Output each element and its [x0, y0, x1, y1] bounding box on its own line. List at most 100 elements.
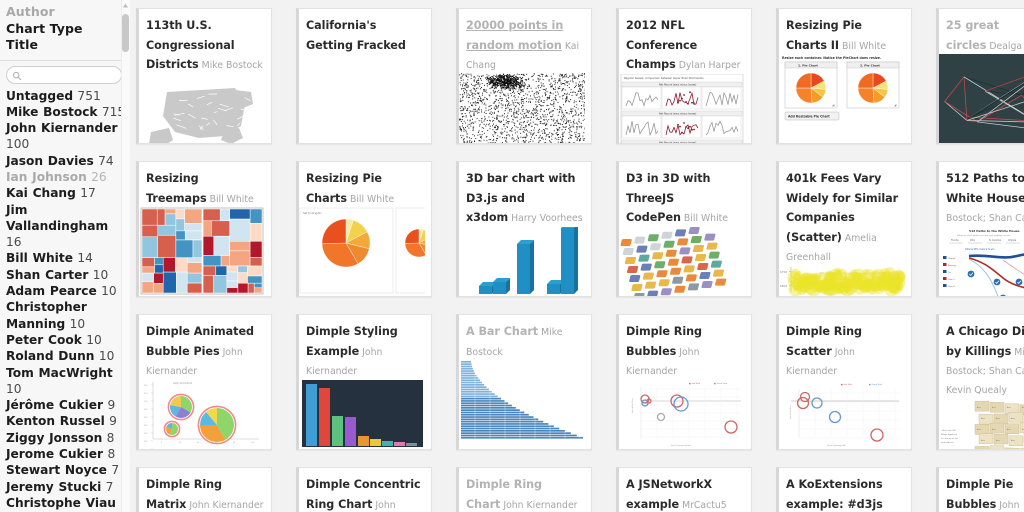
card-thumbnail[interactable]: Regular Season comparison between Super … [619, 74, 751, 143]
card-thumbnail[interactable]: Data: 01/01/2011 900 800 700 600 500 400 300 200… [139, 379, 271, 449]
gallery-card[interactable]: Dimple Ring Bubbles John Kiernander ■ Sub … [616, 314, 752, 450]
gallery-card[interactable]: 3D bar chart with D3.js and x3dom Harry V… [456, 161, 592, 297]
gallery-card[interactable]: D3 in 3D with ThreeJS CodePen Bill White [616, 161, 752, 297]
gallery-card[interactable]: Dimple Ring ChartJohn Kiernander■ Legend [456, 467, 592, 512]
facet-label: Ziggy Jonsson [6, 430, 103, 445]
card-author[interactable]: Dylan Harper [679, 60, 741, 71]
facet-item[interactable]: Jim Vallandingham 16 [6, 202, 126, 251]
card-author[interactable]: MrCactu5 [682, 500, 727, 511]
gallery-card[interactable]: 20000 points in random motion Kai Chang [456, 8, 592, 144]
facet-label: Bill White [6, 251, 73, 266]
card-title[interactable]: Resizing Treemaps [146, 172, 207, 205]
sidebar-scrollbar-track[interactable] [121, 0, 130, 512]
card-thumbnail[interactable]: AreaAreaAreaAreaAreaAreaAreaAreaAreaArea… [939, 398, 1024, 449]
facet-tab-title[interactable]: Title [6, 37, 124, 54]
gallery-card[interactable]: Dimple Pie BubblesJohn Kiernander■ Legen… [936, 467, 1024, 512]
card-title[interactable]: A Bar Chart [466, 325, 538, 338]
card-author[interactable]: Mike Bostock [202, 60, 263, 71]
card-author[interactable]: Bill White [842, 41, 886, 52]
card-title[interactable]: 401k Fees Vary Widely for Similar Compan… [786, 172, 898, 244]
card-title[interactable]: Dimple Styling Example [306, 325, 398, 358]
gallery-card[interactable]: Resizing Treemaps Bill White [136, 161, 272, 297]
facet-count: 9 [104, 414, 117, 429]
gallery-card[interactable]: 512 Paths to the White HouseMike Bostock… [936, 161, 1024, 297]
card-title[interactable]: 512 Paths to the White House [946, 172, 1024, 205]
card-thumbnail[interactable] [459, 227, 591, 296]
facet-item[interactable]: Jeremy Stucki 7 [6, 479, 126, 495]
gallery-card[interactable]: 401k Fees Vary Widely for Similar Compan… [776, 161, 912, 297]
facet-item[interactable]: Adam Pearce 10 [6, 283, 126, 299]
facet-item[interactable]: Kenton Russel 9 [6, 413, 126, 429]
card-thumbnail[interactable] [619, 227, 751, 296]
facet-item[interactable]: Ian Johnson 26 [6, 169, 126, 185]
card-thumbnail[interactable]: ■ Sub Total ■ Grand Total Sum of Unit Pric… [619, 379, 751, 449]
card-thumbnail[interactable]: Resize each container. Notice the PieCha… [779, 54, 911, 143]
facet-item[interactable]: Bill White 14 [6, 250, 126, 266]
gallery-card[interactable]: Resizing Pie Charts Bill White Set to Grap… [296, 161, 432, 297]
card-title[interactable]: 20000 points in random motion [466, 19, 563, 52]
search-box[interactable] [6, 65, 122, 84]
card-thumbnail[interactable] [139, 207, 271, 296]
gallery-card[interactable]: California's Getting Fracked [296, 8, 432, 144]
card-author[interactable]: Bill White [350, 194, 394, 205]
gallery-card[interactable]: Dimple Ring Scatter John Kiernander ■ Sub … [776, 314, 912, 450]
card-thumbnail[interactable] [299, 54, 431, 143]
facet-label: Stewart Noyce [6, 463, 107, 478]
card-title[interactable]: A KoExtensions example: #d3js KnockoutJS… [786, 478, 899, 512]
facet-item[interactable]: Shan Carter 10 [6, 267, 126, 283]
gallery-card[interactable]: Resizing Pie Charts II Bill White Resize e… [776, 8, 912, 144]
sidebar-scrollbar-thumb[interactable] [122, 14, 129, 52]
gallery-card[interactable]: Dimple Concentric Ring ChartJohn Kiernan… [296, 467, 432, 512]
card-author[interactable]: John Kiernander [503, 500, 577, 511]
card-thumbnail[interactable] [139, 74, 271, 143]
facet-item[interactable]: Roland Dunn 10 [6, 348, 126, 364]
gallery-card[interactable]: Dimple Ring MatrixJohn Kiernander■ Sub T… [136, 467, 272, 512]
facet-item[interactable]: Ziggy Jonsson 8 [6, 430, 126, 446]
facet-item[interactable]: Jason Davies 74 [6, 153, 126, 169]
card-title[interactable]: Dimple Concentric Ring Chart [306, 478, 421, 511]
gallery-card[interactable]: 2012 NFL Conference Champs Dylan Harper Re… [616, 8, 752, 144]
gallery-card[interactable]: 113th U.S. Congressional Districts Mike B… [136, 8, 272, 144]
scroll-up-arrow-icon[interactable] [122, 2, 129, 10]
facet-tab-author[interactable]: Author [6, 4, 124, 21]
card-thumbnail[interactable] [459, 73, 591, 143]
gallery-card[interactable]: A Chicago Divided by KillingsMike Bostoc… [936, 314, 1024, 450]
card-thumbnail[interactable] [459, 360, 591, 449]
card-thumbnail[interactable]: Set to Graphic [299, 207, 431, 296]
card-title[interactable]: California's Getting Fracked [306, 19, 406, 52]
gallery-card[interactable]: A KoExtensions example: #d3js KnockoutJS… [776, 467, 912, 512]
facet-tab-chart-type[interactable]: Chart Type [6, 21, 124, 38]
card-author[interactable]: Bill White [684, 213, 728, 224]
facet-item[interactable]: Tom MacWright 10 [6, 365, 126, 398]
gallery-card[interactable]: Dimple Animated Bubble Pies John Kiernand… [136, 314, 272, 450]
gallery-card[interactable]: 25 great circlesDealga McArdle [936, 8, 1024, 144]
card-author[interactable]: Dealga McArdle [989, 41, 1024, 52]
facet-item[interactable]: Stewart Noyce 7 [6, 462, 126, 478]
card-author[interactable]: Harry Voorhees [511, 213, 582, 224]
facet-item[interactable]: Untagged 751 [6, 88, 126, 104]
facet-item[interactable]: Mike Bostock 715 [6, 104, 126, 120]
card-thumbnail[interactable]: ■ Sub Total ■ Grand Total Sum of Unit Pric… [779, 379, 911, 449]
card-title[interactable]: A Chicago Divided by Killings [946, 325, 1024, 358]
facet-item[interactable]: Kai Chang 17 [6, 185, 126, 201]
card-thumbnail[interactable] [939, 54, 1024, 143]
facet-item[interactable]: Jérôme Cukier 9 [6, 397, 126, 413]
card-author[interactable]: John Kiernander [189, 500, 263, 511]
facet-item[interactable]: Christopher Manning 10 [6, 299, 126, 332]
card-header: Resizing Pie Charts Bill White [306, 167, 425, 206]
card-thumbnail[interactable] [299, 379, 431, 449]
card-header: 20000 points in random motion Kai Chang [466, 14, 585, 72]
gallery-card[interactable]: A Bar Chart Mike Bostock [456, 314, 592, 450]
facet-count: 10 [6, 381, 22, 396]
gallery-card[interactable]: A JSNetworkX example MrCactu5 [616, 467, 752, 512]
facet-item[interactable]: John Kiernander 100 [6, 120, 126, 153]
facet-item[interactable]: Christophe Viau 7 [6, 495, 126, 512]
search-input[interactable] [7, 66, 121, 83]
facet-item[interactable]: Jerome Cukier 8 [6, 446, 126, 462]
facet-item[interactable]: Peter Cook 10 [6, 332, 126, 348]
facet-count: 10 [96, 284, 117, 299]
gallery-card[interactable]: Dimple Styling Example John Kiernander [296, 314, 432, 450]
card-thumbnail[interactable]: $750$600$500$400$300Companies in this zo… [779, 265, 911, 296]
card-author[interactable]: Bill White [210, 194, 254, 205]
card-thumbnail[interactable]: 512 Paths to the White House Follow one o… [939, 226, 1024, 296]
